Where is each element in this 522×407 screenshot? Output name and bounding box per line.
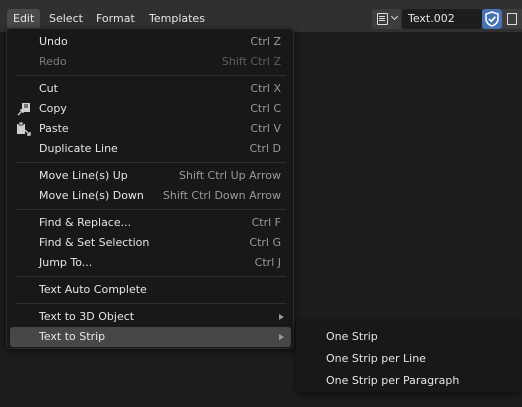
menu-item-label: Paste [39,122,69,135]
templates-menu-button[interactable]: Templates [143,9,211,29]
menu-item-shortcut: Ctrl V [250,122,281,135]
menu-item-label: Cut [39,82,58,95]
menu-item-label: Move Line(s) Up [39,169,128,182]
menu-item-shortcut: Ctrl G [249,236,281,249]
menu-item-label: Text to Strip [39,330,106,343]
menu-separator [16,209,286,210]
chevron-down-icon [390,12,399,21]
menu-item-shortcut: Shift Ctrl Z [221,55,281,68]
submenu-item-one-strip[interactable]: One Strip [326,330,378,346]
menu-item-cut[interactable]: Cut Ctrl X [10,79,291,99]
menu-item-jump-to[interactable]: Jump To... Ctrl J [10,253,291,273]
menu-item-redo: Redo Shift Ctrl Z [10,52,291,72]
menu-item-paste[interactable]: Paste Ctrl V [10,119,291,139]
menu-item-shortcut: Shift Ctrl Up Arrow [179,169,281,182]
menu-item-find-replace[interactable]: Find & Replace... Ctrl F [10,213,291,233]
menu-item-label: Move Line(s) Down [39,189,144,202]
menu-item-shortcut: Ctrl C [250,102,281,115]
menu-item-find-set-selection[interactable]: Find & Set Selection Ctrl G [10,233,291,253]
submenu-arrow-icon [279,314,284,320]
menu-item-label: Find & Set Selection [39,236,150,249]
copy-icon [17,103,30,116]
menu-item-label: Find & Replace... [39,216,132,229]
menu-item-undo[interactable]: Undo Ctrl Z [10,32,291,52]
menu-item-label: Redo [39,55,67,68]
menu-item-label: Copy [39,102,67,115]
new-text-icon [507,13,517,25]
menu-item-label: Undo [39,35,68,48]
menu-item-label: Text Auto Complete [39,283,147,296]
menu-item-duplicate-line[interactable]: Duplicate Line Ctrl D [10,139,291,159]
paste-icon [17,121,31,136]
menu-item-label: Text to 3D Object [39,310,135,323]
new-text-button[interactable] [502,9,522,29]
menu-item-copy[interactable]: Copy Ctrl C [10,99,291,119]
menu-item-shortcut: Ctrl D [249,142,281,155]
edit-menu-button[interactable]: Edit [7,9,41,29]
submenu-item-one-strip-per-paragraph[interactable]: One Strip per Paragraph [326,374,459,390]
menu-item-label: Jump To... [39,256,93,269]
text-datablock-name-field[interactable]: Text.002 [402,9,482,29]
menu-separator [16,75,286,76]
menu-separator [16,162,286,163]
menu-item-shortcut: Shift Ctrl Down Arrow [162,189,281,202]
menu-item-shortcut: Ctrl X [250,82,281,95]
submenu-arrow-icon [279,334,284,340]
format-menu-button[interactable]: Format [90,9,141,29]
fake-user-button[interactable] [482,9,502,29]
menu-separator [16,303,286,304]
menu-item-shortcut: Ctrl F [251,216,281,229]
text-view-icon [377,13,388,25]
menu-item-move-lines-down[interactable]: Move Line(s) Down Shift Ctrl Down Arrow [10,186,291,206]
menu-item-shortcut: Ctrl J [254,256,281,269]
menu-item-text-to-strip[interactable]: Text to Strip [10,327,291,347]
text-browse-button[interactable] [372,9,401,29]
menu-item-label: Duplicate Line [39,142,118,155]
select-menu-button[interactable]: Select [43,9,89,29]
text-to-strip-submenu: One Strip One Strip per Line One Strip p… [296,321,522,392]
menu-item-text-auto-complete[interactable]: Text Auto Complete [10,280,291,300]
menu-item-move-lines-up[interactable]: Move Line(s) Up Shift Ctrl Up Arrow [10,166,291,186]
submenu-item-one-strip-per-line[interactable]: One Strip per Line [326,352,426,368]
menu-item-text-to-3d-object[interactable]: Text to 3D Object [10,307,291,327]
edit-menu-dropdown: Undo Ctrl Z Redo Shift Ctrl Z Cut Ctrl X… [6,28,294,349]
menu-item-shortcut: Ctrl Z [250,35,281,48]
menu-separator [16,276,286,277]
fake-user-shield-icon [485,11,499,27]
